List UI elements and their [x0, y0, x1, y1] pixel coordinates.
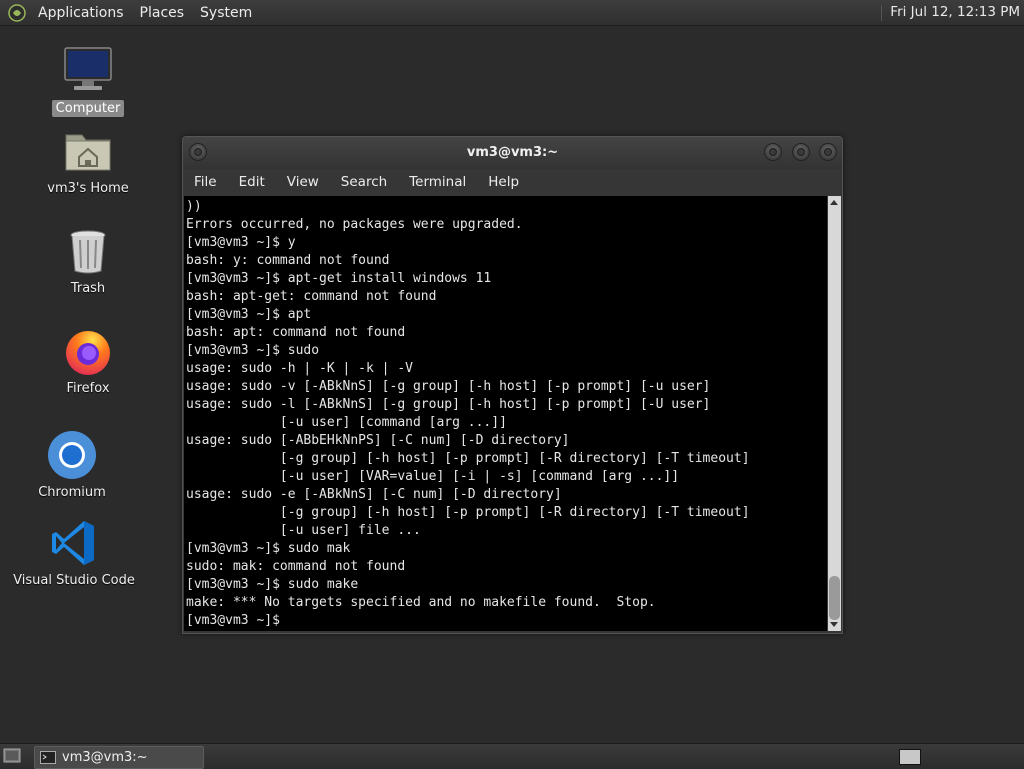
terminal-text: )) Errors occurred, no packages were upg…	[184, 196, 827, 630]
terminal-line: [vm3@vm3 ~]$ apt-get install windows 11	[186, 271, 492, 286]
clock-text: Fri Jul 12, 12:13 PM	[890, 4, 1020, 20]
desktop-icon-label: Trash	[70, 281, 106, 296]
bottom-panel: vm3@vm3:~	[0, 743, 1024, 769]
taskbar-button-label: vm3@vm3:~	[62, 750, 148, 765]
workspace-switcher[interactable]	[899, 749, 921, 765]
desktop-icon-label: Visual Studio Code	[13, 573, 135, 588]
terminal-line: [-g group] [-h host] [-p prompt] [-R dir…	[186, 505, 750, 520]
desktop-icon-trash[interactable]: Trash	[33, 225, 143, 297]
terminal-line: [vm3@vm3 ~]$ sudo make	[186, 577, 359, 592]
terminal-line: [-u user] [VAR=value] [-i | -s] [command…	[186, 469, 680, 484]
terminal-line: bash: apt-get: command not found	[186, 289, 437, 304]
desktop-icon-home[interactable]: vm3's Home	[33, 125, 143, 197]
scroll-down-icon[interactable]	[830, 622, 838, 627]
terminal-line: [vm3@vm3 ~]$ sudo mak	[186, 541, 351, 556]
menu-file[interactable]: File	[183, 174, 228, 190]
desktop-icon-label: Computer	[51, 100, 125, 117]
terminal-line: [-u user] [command [arg ...]]	[186, 415, 507, 430]
terminal-line: bash: apt: command not found	[186, 325, 406, 340]
desktop-icon-chromium[interactable]: Chromium	[17, 429, 127, 501]
terminal-window[interactable]: vm3@vm3:~ File Edit View Search Terminal…	[182, 136, 843, 634]
desktop-icon-label: Firefox	[66, 381, 110, 396]
clock[interactable]: Fri Jul 12, 12:13 PM	[881, 0, 1020, 25]
minimize-button[interactable]	[764, 143, 782, 161]
taskbar-terminal-button[interactable]: vm3@vm3:~	[34, 746, 204, 769]
window-title: vm3@vm3:~	[466, 145, 559, 160]
menu-search[interactable]: Search	[330, 174, 398, 190]
show-desktop-icon[interactable]	[3, 748, 21, 764]
desktop-icon-firefox[interactable]: Firefox	[33, 325, 143, 397]
terminal-menubar: File Edit View Search Terminal Help	[183, 169, 842, 195]
places-menu[interactable]: Places	[132, 5, 193, 21]
firefox-icon	[62, 325, 114, 377]
window-titlebar[interactable]: vm3@vm3:~	[183, 137, 842, 169]
system-menu[interactable]: System	[192, 5, 260, 21]
terminal-output[interactable]: )) Errors occurred, no packages were upg…	[184, 196, 827, 631]
desktop-icon-label: vm3's Home	[47, 181, 129, 196]
applications-menu[interactable]: Applications	[30, 5, 132, 21]
terminal-line: usage: sudo -e [-ABkNnS] [-C num] [-D di…	[186, 487, 562, 502]
terminal-line: [vm3@vm3 ~]$ sudo	[186, 343, 320, 358]
terminal-icon	[40, 751, 56, 764]
menu-view[interactable]: View	[276, 174, 330, 190]
terminal-line: usage: sudo -h | -K | -k | -V	[186, 361, 413, 376]
terminal-scrollbar[interactable]	[828, 196, 841, 631]
home-folder-icon	[62, 125, 114, 177]
terminal-line: Errors occurred, no packages were upgrad…	[186, 217, 523, 232]
maximize-button[interactable]	[792, 143, 810, 161]
terminal-line: [-g group] [-h host] [-p prompt] [-R dir…	[186, 451, 750, 466]
terminal-line: usage: sudo -l [-ABkNnS] [-g group] [-h …	[186, 397, 711, 412]
vscode-icon	[48, 517, 100, 569]
scroll-up-icon[interactable]	[830, 200, 838, 205]
terminal-line: [vm3@vm3 ~]$ y	[186, 235, 296, 250]
trash-icon	[62, 225, 114, 277]
terminal-line: usage: sudo -v [-ABkNnS] [-g group] [-h …	[186, 379, 711, 394]
chromium-icon	[46, 429, 98, 481]
distro-logo-icon[interactable]	[8, 3, 26, 22]
panel-separator	[881, 4, 883, 21]
desktop-icon-computer[interactable]: Computer	[33, 45, 143, 117]
close-button[interactable]	[819, 143, 837, 161]
terminal-line: usage: sudo [-ABbEHkNnPS] [-C num] [-D d…	[186, 433, 570, 448]
desktop-icon-label: Chromium	[38, 485, 106, 500]
desktop-icon-vscode[interactable]: Visual Studio Code	[13, 517, 135, 589]
terminal-line: sudo: mak: command not found	[186, 559, 406, 574]
terminal-line: bash: y: command not found	[186, 253, 390, 268]
menu-edit[interactable]: Edit	[228, 174, 276, 190]
terminal-line: [-u user] file ...	[186, 523, 421, 538]
terminal-line: [vm3@vm3 ~]$	[186, 613, 288, 628]
terminal-line: make: *** No targets specified and no ma…	[186, 595, 656, 610]
terminal-line: ))	[186, 199, 202, 214]
menu-terminal[interactable]: Terminal	[398, 174, 477, 190]
scrollbar-thumb[interactable]	[829, 576, 840, 620]
computer-icon	[62, 45, 114, 97]
terminal-line: [vm3@vm3 ~]$ apt	[186, 307, 312, 322]
menu-help[interactable]: Help	[477, 174, 530, 190]
top-panel: Applications Places System Fri Jul 12, 1…	[0, 0, 1024, 26]
